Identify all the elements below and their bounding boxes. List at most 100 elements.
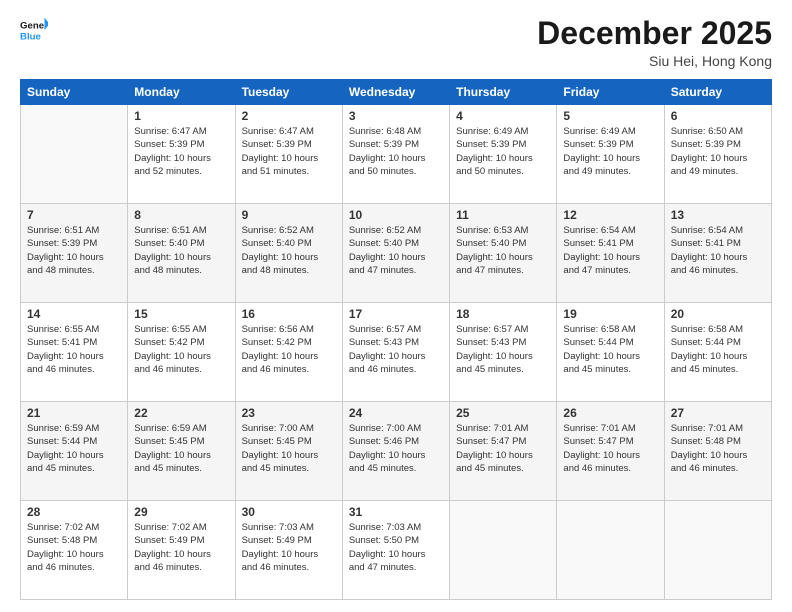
day-header: Thursday: [450, 80, 557, 105]
cell-day-number: 13: [671, 208, 765, 222]
cell-day-info: Sunrise: 6:49 AMSunset: 5:39 PMDaylight:…: [563, 125, 657, 178]
cell-day-info: Sunrise: 6:48 AMSunset: 5:39 PMDaylight:…: [349, 125, 443, 178]
calendar-cell: 14 Sunrise: 6:55 AMSunset: 5:41 PMDayligh…: [21, 303, 128, 402]
day-header: Saturday: [664, 80, 771, 105]
cell-day-number: 9: [242, 208, 336, 222]
calendar-cell: 10 Sunrise: 6:52 AMSunset: 5:40 PMDayligh…: [342, 204, 449, 303]
calendar-cell: 28 Sunrise: 7:02 AMSunset: 5:48 PMDayligh…: [21, 501, 128, 600]
calendar-cell: 13 Sunrise: 6:54 AMSunset: 5:41 PMDayligh…: [664, 204, 771, 303]
calendar-cell: 25 Sunrise: 7:01 AMSunset: 5:47 PMDayligh…: [450, 402, 557, 501]
calendar-cell: 31 Sunrise: 7:03 AMSunset: 5:50 PMDayligh…: [342, 501, 449, 600]
cell-day-number: 5: [563, 109, 657, 123]
cell-day-number: 14: [27, 307, 121, 321]
cell-day-info: Sunrise: 6:57 AMSunset: 5:43 PMDaylight:…: [456, 323, 550, 376]
cell-day-number: 4: [456, 109, 550, 123]
cell-day-info: Sunrise: 7:01 AMSunset: 5:47 PMDaylight:…: [563, 422, 657, 475]
cell-day-info: Sunrise: 6:59 AMSunset: 5:45 PMDaylight:…: [134, 422, 228, 475]
cell-day-info: Sunrise: 6:54 AMSunset: 5:41 PMDaylight:…: [563, 224, 657, 277]
cell-day-info: Sunrise: 6:58 AMSunset: 5:44 PMDaylight:…: [671, 323, 765, 376]
cell-day-number: 28: [27, 505, 121, 519]
cell-day-info: Sunrise: 7:00 AMSunset: 5:45 PMDaylight:…: [242, 422, 336, 475]
cell-day-number: 31: [349, 505, 443, 519]
cell-day-number: 20: [671, 307, 765, 321]
calendar-cell: 29 Sunrise: 7:02 AMSunset: 5:49 PMDayligh…: [128, 501, 235, 600]
cell-day-info: Sunrise: 7:01 AMSunset: 5:47 PMDaylight:…: [456, 422, 550, 475]
calendar-cell: 9 Sunrise: 6:52 AMSunset: 5:40 PMDaylight…: [235, 204, 342, 303]
cell-day-number: 25: [456, 406, 550, 420]
cell-day-number: 7: [27, 208, 121, 222]
cell-day-info: Sunrise: 6:49 AMSunset: 5:39 PMDaylight:…: [456, 125, 550, 178]
title-block: December 2025 Siu Hei, Hong Kong: [537, 16, 772, 69]
calendar-cell: [450, 501, 557, 600]
calendar-cell: 5 Sunrise: 6:49 AMSunset: 5:39 PMDaylight…: [557, 105, 664, 204]
cell-day-number: 12: [563, 208, 657, 222]
calendar-cell: 3 Sunrise: 6:48 AMSunset: 5:39 PMDaylight…: [342, 105, 449, 204]
svg-text:General: General: [20, 20, 48, 31]
day-header: Tuesday: [235, 80, 342, 105]
cell-day-info: Sunrise: 7:02 AMSunset: 5:49 PMDaylight:…: [134, 521, 228, 574]
cell-day-info: Sunrise: 7:00 AMSunset: 5:46 PMDaylight:…: [349, 422, 443, 475]
cell-day-number: 8: [134, 208, 228, 222]
cell-day-number: 2: [242, 109, 336, 123]
calendar-cell: 12 Sunrise: 6:54 AMSunset: 5:41 PMDayligh…: [557, 204, 664, 303]
page: General Blue December 2025 Siu Hei, Hong…: [0, 0, 792, 612]
cell-day-info: Sunrise: 6:47 AMSunset: 5:39 PMDaylight:…: [134, 125, 228, 178]
calendar-cell: 16 Sunrise: 6:56 AMSunset: 5:42 PMDayligh…: [235, 303, 342, 402]
header: General Blue December 2025 Siu Hei, Hong…: [20, 16, 772, 69]
cell-day-info: Sunrise: 6:47 AMSunset: 5:39 PMDaylight:…: [242, 125, 336, 178]
cell-day-info: Sunrise: 7:03 AMSunset: 5:49 PMDaylight:…: [242, 521, 336, 574]
calendar-cell: 7 Sunrise: 6:51 AMSunset: 5:39 PMDaylight…: [21, 204, 128, 303]
cell-day-info: Sunrise: 6:58 AMSunset: 5:44 PMDaylight:…: [563, 323, 657, 376]
calendar-cell: 11 Sunrise: 6:53 AMSunset: 5:40 PMDayligh…: [450, 204, 557, 303]
cell-day-info: Sunrise: 6:51 AMSunset: 5:40 PMDaylight:…: [134, 224, 228, 277]
logo: General Blue: [20, 16, 48, 44]
cell-day-number: 22: [134, 406, 228, 420]
cell-day-info: Sunrise: 6:52 AMSunset: 5:40 PMDaylight:…: [242, 224, 336, 277]
calendar-cell: 18 Sunrise: 6:57 AMSunset: 5:43 PMDayligh…: [450, 303, 557, 402]
calendar-cell: 23 Sunrise: 7:00 AMSunset: 5:45 PMDayligh…: [235, 402, 342, 501]
cell-day-number: 24: [349, 406, 443, 420]
svg-text:Blue: Blue: [20, 32, 41, 43]
cell-day-info: Sunrise: 7:03 AMSunset: 5:50 PMDaylight:…: [349, 521, 443, 574]
calendar-cell: [557, 501, 664, 600]
cell-day-info: Sunrise: 7:02 AMSunset: 5:48 PMDaylight:…: [27, 521, 121, 574]
logo-icon: General Blue: [20, 16, 48, 44]
cell-day-number: 3: [349, 109, 443, 123]
calendar-cell: 2 Sunrise: 6:47 AMSunset: 5:39 PMDaylight…: [235, 105, 342, 204]
calendar-cell: [21, 105, 128, 204]
cell-day-info: Sunrise: 6:59 AMSunset: 5:44 PMDaylight:…: [27, 422, 121, 475]
calendar-cell: [664, 501, 771, 600]
calendar-cell: 17Sunrise: 6:57 AMSunset: 5:43 PMDayligh…: [342, 303, 449, 402]
cell-day-number: 23: [242, 406, 336, 420]
day-header: Monday: [128, 80, 235, 105]
calendar-cell: 19 Sunrise: 6:58 AMSunset: 5:44 PMDayligh…: [557, 303, 664, 402]
month-title: December 2025: [537, 16, 772, 51]
cell-day-info: Sunrise: 7:01 AMSunset: 5:48 PMDaylight:…: [671, 422, 765, 475]
cell-day-info: Sunrise: 6:51 AMSunset: 5:39 PMDaylight:…: [27, 224, 121, 277]
cell-day-number: 10: [349, 208, 443, 222]
cell-day-info: Sunrise: 6:55 AMSunset: 5:41 PMDaylight:…: [27, 323, 121, 376]
calendar-cell: 1 Sunrise: 6:47 AMSunset: 5:39 PMDaylight…: [128, 105, 235, 204]
cell-day-number: 21: [27, 406, 121, 420]
cell-day-number: 29: [134, 505, 228, 519]
cell-day-info: Sunrise: 6:53 AMSunset: 5:40 PMDaylight:…: [456, 224, 550, 277]
cell-day-info: Sunrise: 6:54 AMSunset: 5:41 PMDaylight:…: [671, 224, 765, 277]
cell-day-info: Sunrise: 6:57 AMSunset: 5:43 PMDaylight:…: [349, 323, 443, 376]
cell-day-info: Sunrise: 6:56 AMSunset: 5:42 PMDaylight:…: [242, 323, 336, 376]
cell-day-number: 18: [456, 307, 550, 321]
day-header: Wednesday: [342, 80, 449, 105]
calendar-cell: 6Sunrise: 6:50 AMSunset: 5:39 PMDaylight…: [664, 105, 771, 204]
calendar-cell: 8 Sunrise: 6:51 AMSunset: 5:40 PMDaylight…: [128, 204, 235, 303]
cell-day-info: Sunrise: 6:52 AMSunset: 5:40 PMDaylight:…: [349, 224, 443, 277]
cell-day-number: 16: [242, 307, 336, 321]
location: Siu Hei, Hong Kong: [537, 53, 772, 69]
cell-day-number: 1: [134, 109, 228, 123]
cell-day-number: 11: [456, 208, 550, 222]
calendar-table: SundayMondayTuesdayWednesdayThursdayFrid…: [20, 79, 772, 600]
cell-day-info: Sunrise: 6:55 AMSunset: 5:42 PMDaylight:…: [134, 323, 228, 376]
calendar-cell: 27Sunrise: 7:01 AMSunset: 5:48 PMDayligh…: [664, 402, 771, 501]
cell-day-number: 19: [563, 307, 657, 321]
cell-day-number: 15: [134, 307, 228, 321]
calendar-cell: 30Sunrise: 7:03 AMSunset: 5:49 PMDayligh…: [235, 501, 342, 600]
calendar-cell: 4 Sunrise: 6:49 AMSunset: 5:39 PMDaylight…: [450, 105, 557, 204]
